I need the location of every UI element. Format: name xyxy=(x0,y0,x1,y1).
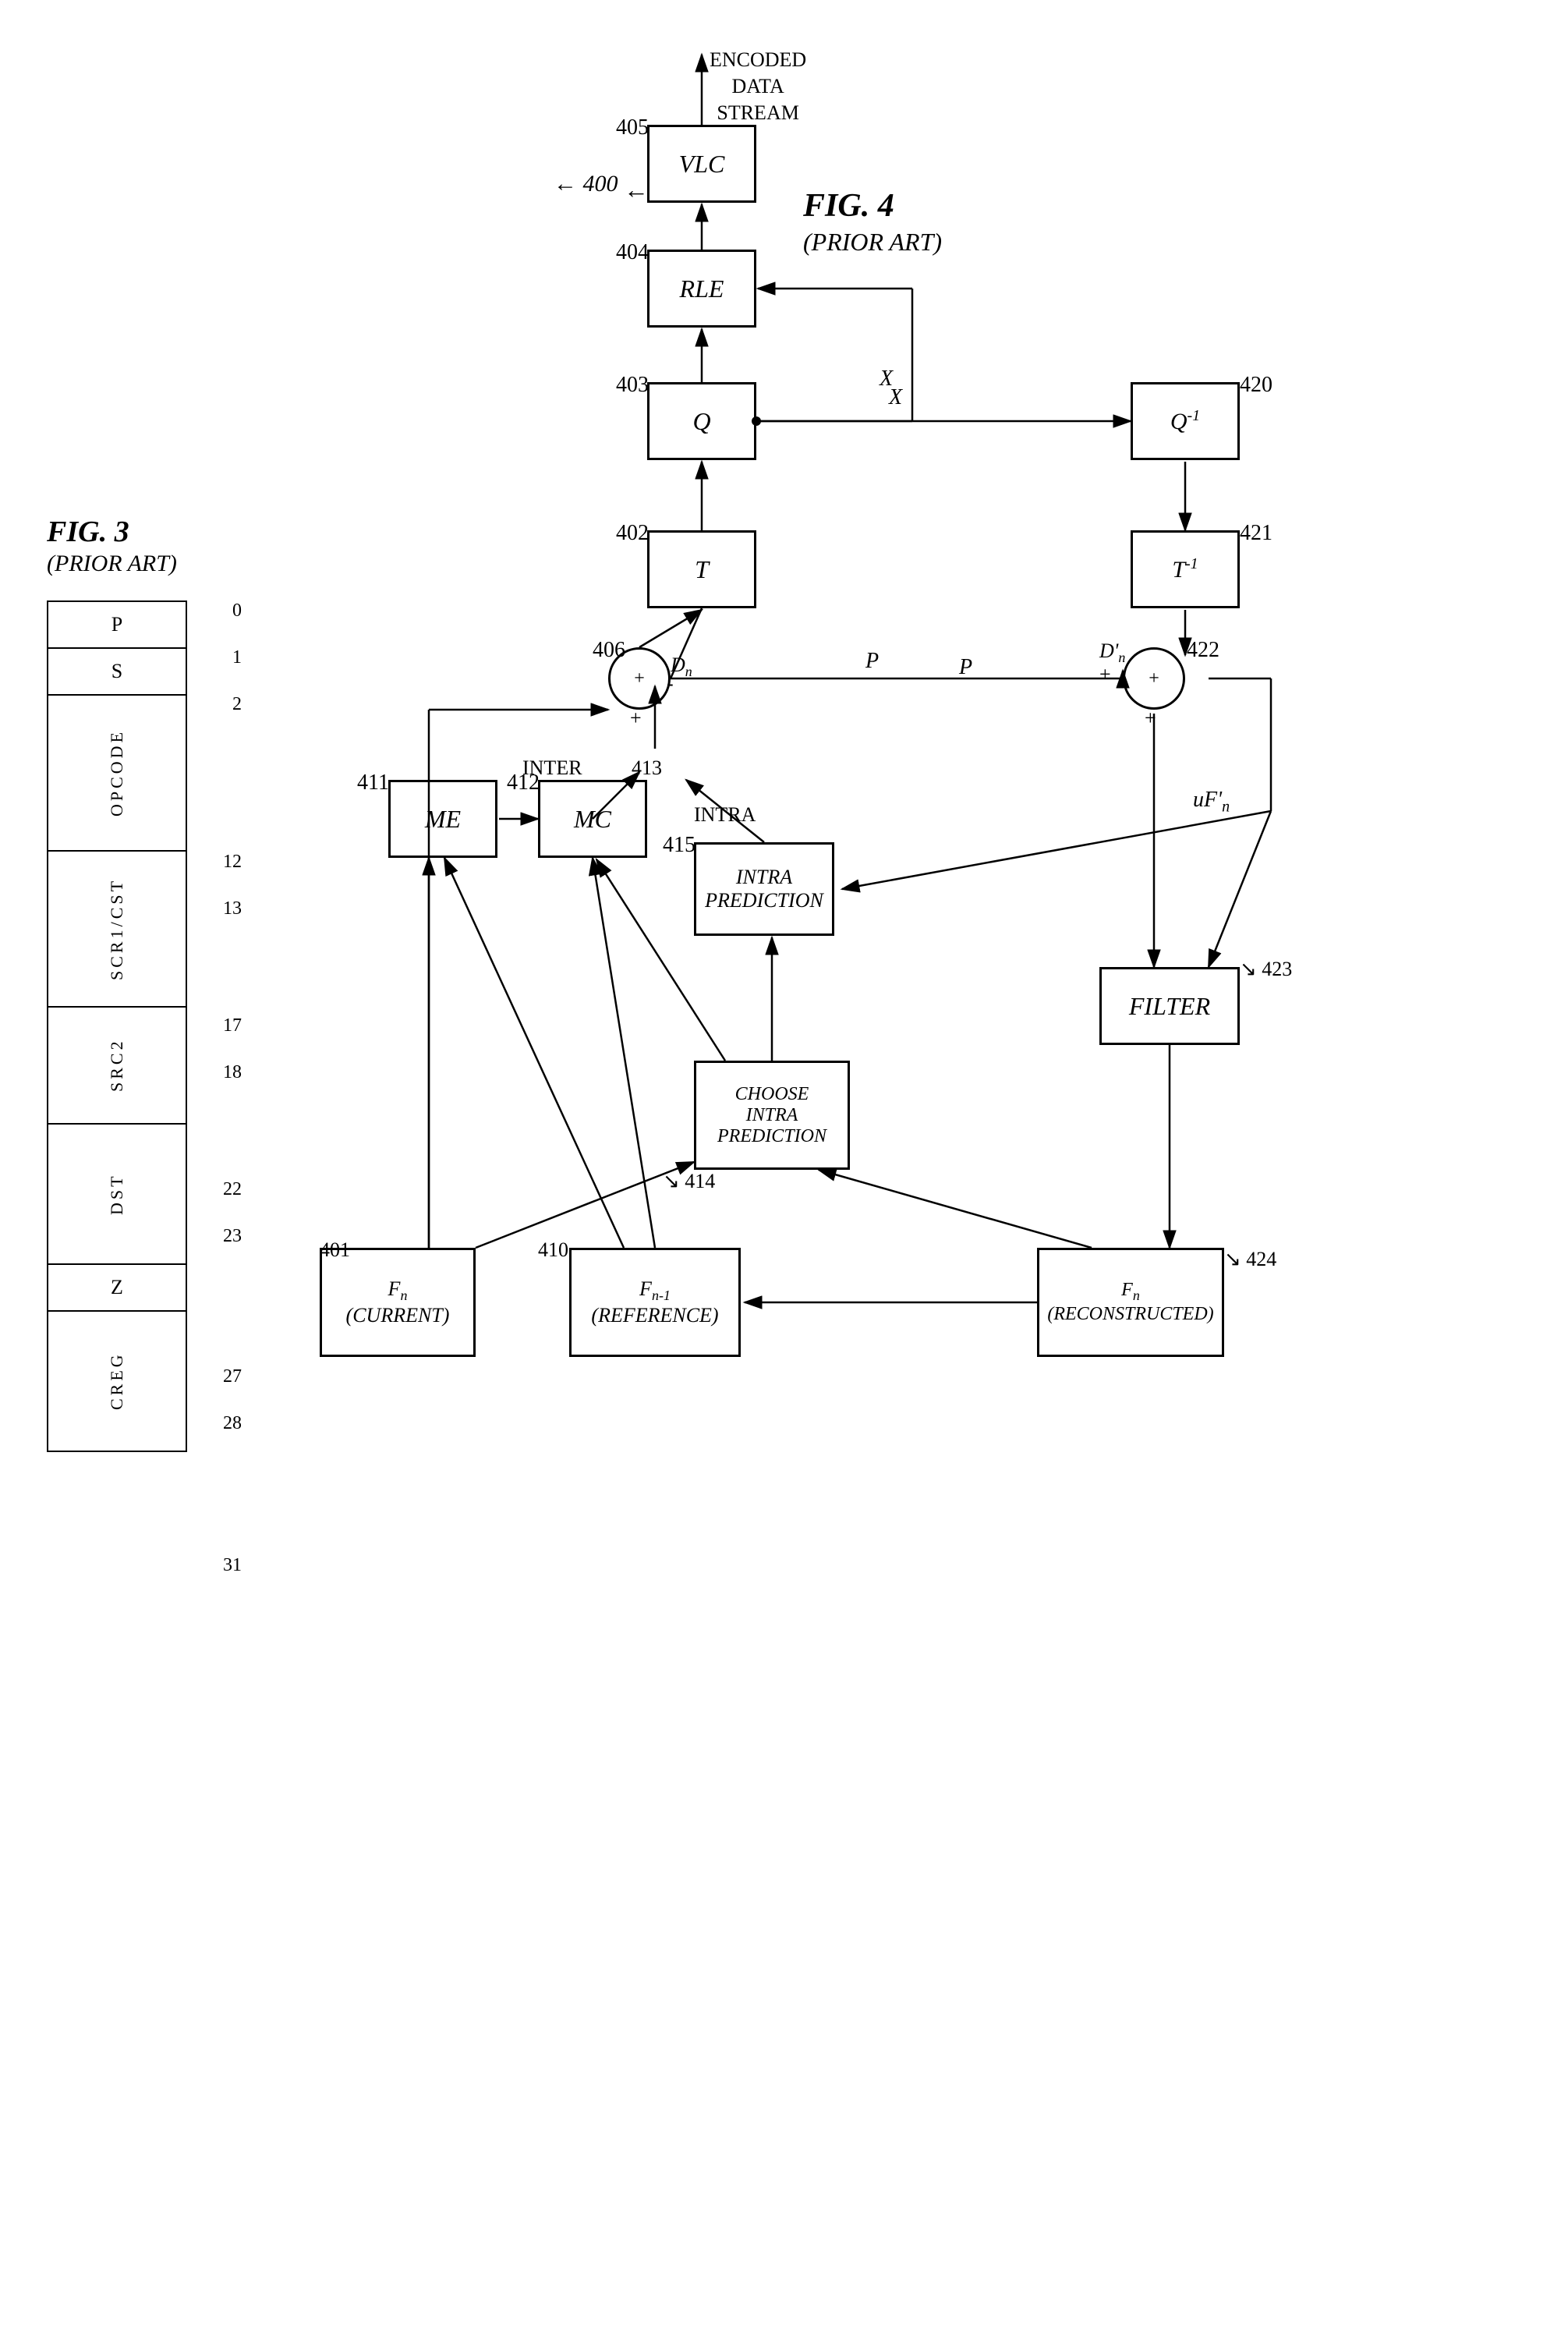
qinv-ref: 420 xyxy=(1240,373,1272,398)
fig3-subtitle: (PRIOR ART) xyxy=(47,551,203,577)
filter-ref: ↘ 423 xyxy=(1240,958,1292,981)
rle-ref: 404 xyxy=(616,240,649,265)
inter-label: INTER xyxy=(522,756,582,780)
svg-text:← 400: ← 400 xyxy=(554,171,618,197)
mc-box: MC xyxy=(538,780,647,858)
rle-box: RLE xyxy=(647,250,756,328)
ufn-label: uF'n xyxy=(1193,788,1230,817)
intra-label: INTRA xyxy=(694,803,756,827)
fig4-subtitle: (PRIOR ART) xyxy=(803,228,942,257)
fig4-title: FIG. 4 xyxy=(803,187,894,225)
plus-sign-2: + xyxy=(1099,663,1111,686)
dn-label: Dn xyxy=(671,654,692,680)
q-box: Q xyxy=(647,382,756,460)
intra-pred-box: INTRAPREDICTION xyxy=(694,842,834,936)
fig3-section: FIG. 3 (PRIOR ART) P S OPCODE SCR1/CST S xyxy=(31,47,203,1452)
encoded-data-stream-label: ENCODEDDATASTREAM xyxy=(710,47,806,126)
dn-ref: 406 xyxy=(593,638,625,663)
fn-current-box: Fn(CURRENT) xyxy=(320,1248,476,1357)
fig3-title: FIG. 3 xyxy=(47,515,203,549)
plus-sign-1: + xyxy=(630,707,642,730)
fn-reconstructed-ref: ↘ 424 xyxy=(1224,1248,1276,1271)
choose-intra-ref: ↘ 414 xyxy=(663,1170,715,1193)
fn1-ref-ref: 410 xyxy=(538,1238,568,1262)
me-ref: 411 xyxy=(357,771,389,795)
switch-413: 413 xyxy=(632,756,662,780)
tinv-ref: 421 xyxy=(1240,521,1272,546)
diagram-svg: X ← 400 P xyxy=(273,31,1536,2293)
t-box: T xyxy=(647,530,756,608)
q-ref: 403 xyxy=(616,373,649,398)
fig4-section: FIG. 4 (PRIOR ART) ← 400 ENCODEDDATASTRE… xyxy=(273,31,1536,2293)
fn-current-ref: 401 xyxy=(320,1238,350,1262)
me-box: ME xyxy=(388,780,497,858)
qinv-box: Q-1 xyxy=(1131,382,1240,460)
dprime-node: + xyxy=(1123,647,1185,710)
fn-reconstructed-box: Fn(RECONSTRUCTED) xyxy=(1037,1248,1224,1357)
svg-text:P: P xyxy=(865,649,879,673)
x-label: X xyxy=(880,367,893,391)
intra-pred-ref: 415 xyxy=(663,833,696,858)
tinv-box: T-1 xyxy=(1131,530,1240,608)
choose-intra-box: CHOOSEINTRAPREDICTION xyxy=(694,1061,850,1170)
dprime-ref: 422 xyxy=(1187,638,1219,663)
plus-sign-3: + xyxy=(1145,707,1156,730)
vlc-box: VLC xyxy=(647,125,756,203)
p-label: P xyxy=(959,655,972,680)
vlc-ref: 405 xyxy=(616,115,649,140)
fn1-ref-box: Fn-1(REFERENCE) xyxy=(569,1248,741,1357)
minus-sign: - xyxy=(667,672,674,696)
t-ref: 402 xyxy=(616,521,649,546)
filter-box: FILTER xyxy=(1099,967,1240,1045)
